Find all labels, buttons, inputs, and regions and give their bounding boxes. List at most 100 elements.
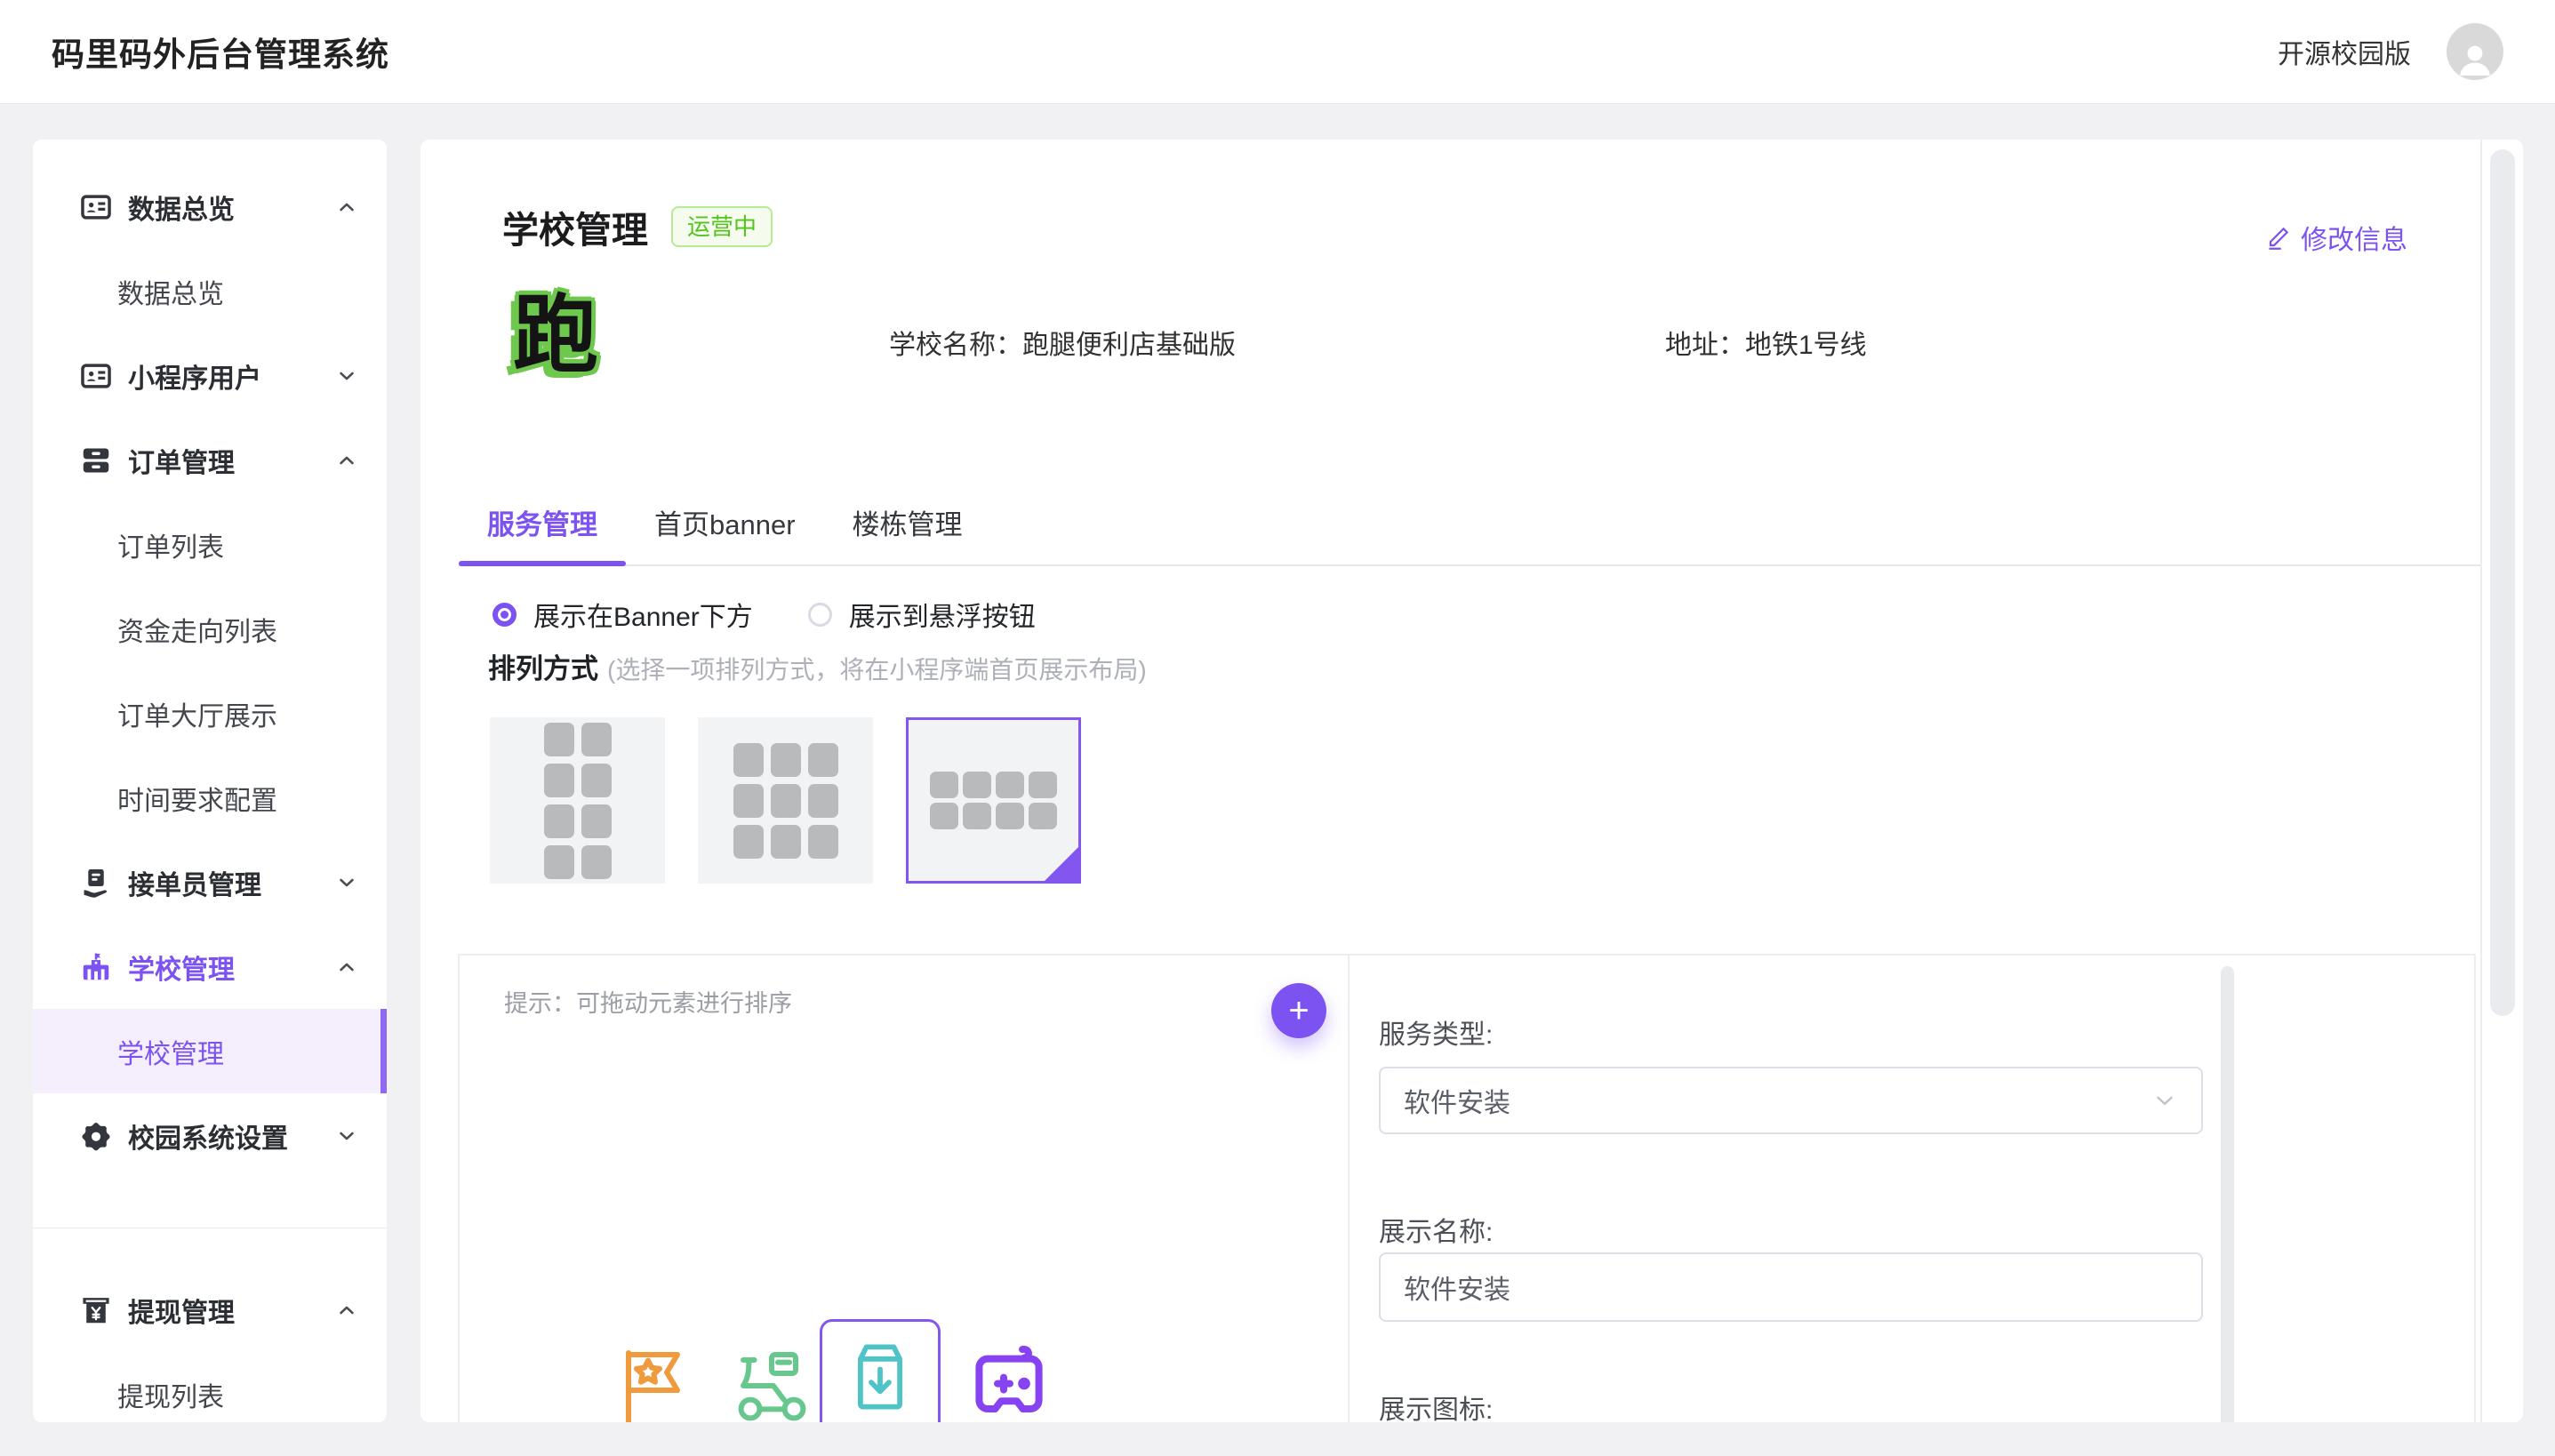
sidebar-item-mini-program-users[interactable]: 小程序用户 (33, 333, 387, 418)
radio-banner-below-label[interactable]: 展示在Banner下方 (533, 595, 753, 634)
radio-floating-button-label[interactable]: 展示到悬浮按钮 (849, 595, 1036, 634)
chevron-down-icon (335, 871, 358, 894)
layout-option-2col[interactable] (490, 717, 665, 884)
sidebar-item-label: 订单管理 (128, 441, 235, 480)
grid-4x2-icon (930, 772, 1057, 829)
page-title: 学校管理 (502, 200, 648, 253)
service-package-download-icon-selected[interactable] (820, 1319, 941, 1422)
appbar-right: 开源校园版 (2278, 23, 2503, 80)
grid-2x4-icon (544, 723, 612, 879)
sidebar-item-order-list[interactable]: 订单列表 (33, 502, 387, 587)
sidebar-item-label: 数据总览 (117, 272, 224, 311)
chevron-up-icon (335, 449, 358, 472)
tab-service-management[interactable]: 服务管理 (459, 480, 626, 564)
sidebar-item-withdraw-management[interactable]: 提现管理 (33, 1268, 387, 1352)
tab-bar: 服务管理 首页banner 楼栋管理 (459, 480, 2480, 566)
radio-floating-button[interactable] (808, 603, 832, 627)
chevron-down-icon (2151, 1087, 2178, 1114)
sidebar-item-label: 校园系统设置 (128, 1116, 288, 1156)
edit-info-label: 修改信息 (2301, 218, 2407, 257)
sidebar-item-label: 订单大厅展示 (117, 694, 277, 733)
gear-icon (78, 1118, 114, 1154)
sidebar-item-school-management[interactable]: 学校管理 (33, 1009, 387, 1093)
app-title: 码里码外后台管理系统 (52, 28, 389, 76)
drag-hint: 提示：可拖动元素进行排序 (504, 984, 792, 1019)
sidebar-item-label: 数据总览 (128, 188, 235, 227)
chevron-down-icon (335, 364, 358, 388)
sidebar: 数据总览 数据总览 小程序用户 订单管理 订单列表 资金走向列表 订单大厅展示 … (33, 140, 387, 1422)
school-logo: 跑 (513, 289, 598, 383)
sidebar-item-label: 订单列表 (117, 525, 224, 564)
layout-option-3col[interactable] (698, 717, 873, 884)
chevron-up-icon (335, 1299, 358, 1322)
layout-options (490, 717, 1081, 884)
service-type-select[interactable]: 软件安装 (1379, 1067, 2203, 1134)
sidebar-item-label: 接单员管理 (128, 863, 261, 902)
page-head: 学校管理 运营中 (502, 200, 773, 253)
service-form-pane: 服务类型: 软件安装 展示名称: 展示图标: (1350, 956, 2474, 1422)
grid-3x3-icon (733, 743, 838, 859)
id-card-icon (78, 358, 114, 394)
chevron-up-icon (335, 956, 358, 979)
status-badge: 运营中 (671, 206, 773, 247)
hand-receipt-icon (78, 865, 114, 900)
tab-building-management[interactable]: 楼栋管理 (824, 480, 991, 564)
sidebar-item-label: 提现管理 (128, 1291, 235, 1330)
sidebar-item-campus-system-settings[interactable]: 校园系统设置 (33, 1093, 387, 1178)
sidebar-item-label: 学校管理 (117, 1032, 224, 1071)
service-sort-pane: 提示：可拖动元素进行排序 + (460, 956, 1350, 1422)
id-card-icon (78, 189, 114, 225)
user-avatar[interactable] (2447, 23, 2503, 80)
school-address-value: 地铁1号线 (1745, 331, 1867, 360)
add-service-button[interactable]: + (1271, 983, 1326, 1038)
form-pane-scrollbar[interactable] (2221, 966, 2234, 1422)
service-delivery-scooter-icon[interactable] (723, 1336, 815, 1422)
pencil-icon (2265, 224, 2292, 251)
sidebar-item-withdraw-list[interactable]: 提现列表 (33, 1352, 387, 1422)
chevron-up-icon (335, 196, 358, 219)
arrange-mode-title: 排列方式 (488, 646, 598, 686)
person-icon (2454, 37, 2496, 80)
display-position-radios: 展示在Banner下方 展示到悬浮按钮 (493, 595, 1036, 634)
school-address: 地址：地铁1号线 (1665, 323, 1867, 362)
main-scrollbar-thumb[interactable] (2490, 149, 2515, 1016)
service-flag-star-icon[interactable] (606, 1340, 699, 1422)
display-icon-label: 展示图标: (1379, 1388, 1493, 1422)
service-editor-section: 提示：可拖动元素进行排序 + 服务类型: 软件安装 (458, 954, 2476, 1422)
layout-option-4col[interactable] (906, 717, 1081, 884)
version-label: 开源校园版 (2278, 32, 2411, 71)
sidebar-item-label: 时间要求配置 (117, 779, 277, 818)
service-gamepad-icon[interactable] (963, 1340, 1055, 1422)
orders-icon (78, 443, 114, 478)
school-name-value: 跑腿便利店基础版 (1022, 331, 1236, 360)
sidebar-item-school-management-group[interactable]: 学校管理 (33, 924, 387, 1009)
sidebar-item-label: 提现列表 (117, 1375, 224, 1414)
sidebar-item-data-overview[interactable]: 数据总览 (33, 249, 387, 333)
app-bar: 码里码外后台管理系统 开源校园版 (0, 0, 2555, 104)
radio-banner-below[interactable] (493, 603, 517, 627)
service-type-value: 软件安装 (1404, 1081, 1510, 1120)
display-name-input[interactable] (1379, 1252, 2203, 1322)
school-address-label: 地址： (1665, 331, 1745, 360)
tab-home-banner[interactable]: 首页banner (626, 480, 824, 564)
sidebar-item-label: 资金走向列表 (117, 610, 277, 649)
sidebar-item-label: 小程序用户 (128, 356, 261, 396)
sidebar-item-order-hall-display[interactable]: 订单大厅展示 (33, 671, 387, 756)
arrange-mode-row: 排列方式 (选择一项排列方式，将在小程序端首页展示布局) (488, 646, 1147, 686)
main-content: 学校管理 运营中 修改信息 跑 学校名称：跑腿便利店基础版 地址：地铁1号线 服… (420, 140, 2523, 1422)
sidebar-item-order-management[interactable]: 订单管理 (33, 418, 387, 502)
screen: 码里码外后台管理系统 开源校园版 数据总览 数据总览 小程序用户 订单管 (0, 0, 2555, 1456)
edit-info-link[interactable]: 修改信息 (2265, 218, 2407, 257)
sidebar-item-fund-flow-list[interactable]: 资金走向列表 (33, 587, 387, 671)
sidebar-item-time-requirement-config[interactable]: 时间要求配置 (33, 756, 387, 840)
chevron-down-icon (335, 1124, 358, 1148)
school-name: 学校名称：跑腿便利店基础版 (889, 323, 1236, 362)
school-name-label: 学校名称： (889, 331, 1022, 360)
sidebar-item-data-overview-group[interactable]: 数据总览 (33, 164, 387, 249)
service-type-label: 服务类型: (1379, 1012, 1493, 1052)
display-name-label: 展示名称: (1379, 1210, 1493, 1249)
atm-icon (78, 1292, 114, 1328)
sidebar-item-courier-management[interactable]: 接单员管理 (33, 840, 387, 924)
sidebar-item-label: 学校管理 (128, 948, 235, 987)
school-icon (78, 949, 114, 985)
